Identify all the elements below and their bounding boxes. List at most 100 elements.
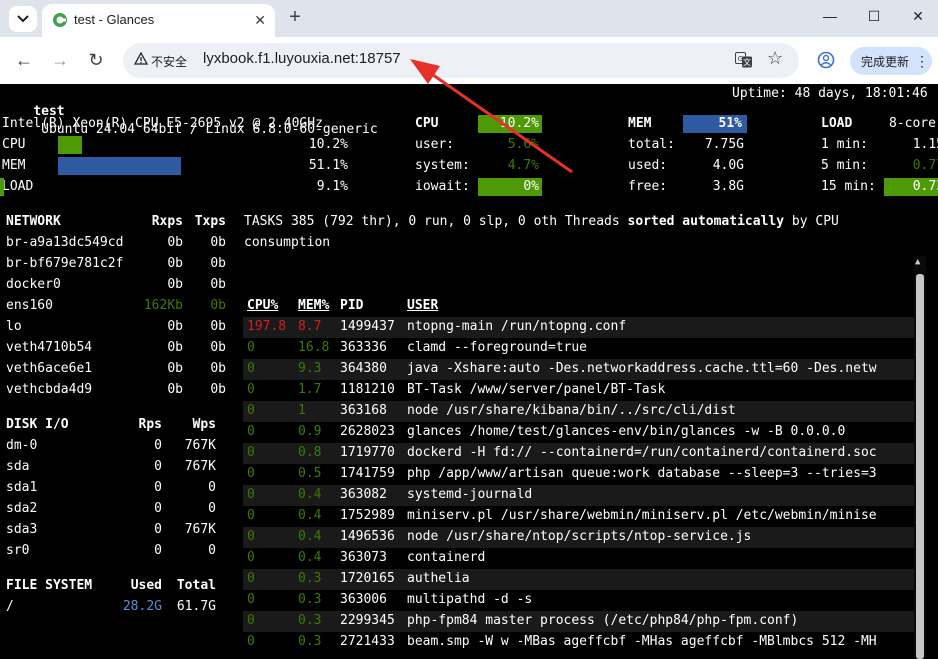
process-cpu: 0 xyxy=(247,361,255,376)
process-cpu: 0 xyxy=(247,445,255,460)
disk-name: sda1 xyxy=(6,480,38,495)
disk-name: sr0 xyxy=(6,543,30,558)
process-pid: 1719770 xyxy=(340,445,395,460)
disk-read: 0 xyxy=(154,522,162,537)
network-interface: veth6ace6e1 xyxy=(6,361,93,376)
process-cpu: 0 xyxy=(247,550,255,565)
disk-read: 0 xyxy=(154,480,162,495)
scrollbar-thumb[interactable] xyxy=(916,274,924,659)
process-command: clamd --foreground=true xyxy=(407,340,588,355)
disk-read: 0 xyxy=(154,501,162,516)
process-command: beam.smp -W w -MBas ageffcbf -MHas ageff… xyxy=(407,634,877,649)
process-cpu: 0 xyxy=(247,529,255,544)
filesystem-used: 28.2G xyxy=(122,599,162,614)
process-mem: 0.3 xyxy=(298,634,322,649)
process-pid: 1720165 xyxy=(340,571,395,586)
process-pid: 1499437 xyxy=(340,319,395,334)
disk-write: 0 xyxy=(208,501,216,516)
disk-write: 767K xyxy=(184,522,216,537)
filesystem-used-header: Used xyxy=(130,578,162,593)
process-mem: 8.7 xyxy=(298,319,322,334)
disk-read: 0 xyxy=(154,459,162,474)
process-command: ntopng-main /run/ntopng.conf xyxy=(407,319,627,334)
process-mem: 0.9 xyxy=(298,424,322,439)
process-mem: 1 xyxy=(298,403,306,418)
process-command: php-fpm84 master process (/etc/php84/php… xyxy=(407,613,799,628)
network-rx: 0b xyxy=(167,319,183,334)
process-cpu: 0 xyxy=(247,424,255,439)
process-cpu: 0 xyxy=(247,487,255,502)
process-cpu: 0 xyxy=(247,466,255,481)
network-rx: 0b xyxy=(167,361,183,376)
process-pid: 1741759 xyxy=(340,466,395,481)
disk-name: sda xyxy=(6,459,30,474)
process-mem: 16.8 xyxy=(298,340,330,355)
process-pid: 363168 xyxy=(340,403,387,418)
process-pid: 364380 xyxy=(340,361,387,376)
disk-write-header: Wps xyxy=(192,417,216,432)
process-cpu: 0 xyxy=(247,508,255,523)
process-cpu: 197.8 xyxy=(247,319,287,334)
process-pid: 2628023 xyxy=(340,424,395,439)
disk-name: dm-0 xyxy=(6,438,38,453)
process-mem: 0.3 xyxy=(298,571,322,586)
disk-write: 0 xyxy=(208,480,216,495)
process-pid: 363006 xyxy=(340,592,387,607)
process-cpu: 0 xyxy=(247,592,255,607)
process-pid: 1496536 xyxy=(340,529,395,544)
process-cpu: 0 xyxy=(247,634,255,649)
network-tx: 0b xyxy=(210,382,226,397)
process-command: multipathd -d -s xyxy=(407,592,533,607)
process-mem: 0.8 xyxy=(298,445,322,460)
filesystem-mount: / xyxy=(6,599,14,614)
disk-name: sda2 xyxy=(6,501,38,516)
process-command: php /app/www/artisan queue:work database… xyxy=(407,466,877,481)
process-command: BT-Task /www/server/panel/BT-Task xyxy=(407,382,666,397)
disk-write: 767K xyxy=(184,438,216,453)
disk-read: 0 xyxy=(154,438,162,453)
disk-name: sda3 xyxy=(6,522,38,537)
glances-terminal: test Ubuntu 24.04 64bit / Linux 6.8.0-60… xyxy=(0,59,938,659)
filesystem-header: FILE SYSTEM xyxy=(6,578,93,593)
process-cpu: 0 xyxy=(247,382,255,397)
disk-read: 0 xyxy=(154,543,162,558)
process-command: glances /home/test/glances-env/bin/glanc… xyxy=(407,424,846,439)
process-cpu: 0 xyxy=(247,613,255,628)
disk-write: 0 xyxy=(208,543,216,558)
process-mem: 0.4 xyxy=(298,550,322,565)
process-command: dockerd -H fd:// --containerd=/run/conta… xyxy=(407,445,877,460)
network-tx: 0b xyxy=(210,340,226,355)
process-pid: 363336 xyxy=(340,340,387,355)
process-mem: 0.4 xyxy=(298,529,322,544)
process-pid: 1752989 xyxy=(340,508,395,523)
process-pid: 1181210 xyxy=(340,382,395,397)
network-interface: veth4710b54 xyxy=(6,340,93,355)
process-mem: 0.4 xyxy=(298,487,322,502)
process-mem: 0.3 xyxy=(298,613,322,628)
network-interface: lo xyxy=(6,319,22,334)
filesystem-total-header: Total xyxy=(176,578,216,593)
process-command: containerd xyxy=(407,550,486,565)
process-mem: 1.7 xyxy=(298,382,322,397)
process-command: node /usr/share/kibana/bin/../src/cli/di… xyxy=(407,403,736,418)
process-command: authelia xyxy=(407,571,470,586)
process-command: java -Xshare:auto -Des.networkaddress.ca… xyxy=(407,361,877,376)
process-cpu: 0 xyxy=(247,340,255,355)
process-command: systemd-journald xyxy=(407,487,533,502)
process-mem: 9.3 xyxy=(298,361,322,376)
process-command: miniserv.pl /usr/share/webmin/miniserv.p… xyxy=(407,508,877,523)
process-mem: 0.5 xyxy=(298,466,322,481)
process-cpu: 0 xyxy=(247,571,255,586)
network-rx: 0b xyxy=(167,340,183,355)
process-pid: 2299345 xyxy=(340,613,395,628)
disk-read-header: Rps xyxy=(138,417,162,432)
process-mem: 0.3 xyxy=(298,592,322,607)
process-pid: 363082 xyxy=(340,487,387,502)
process-command: node /usr/share/ntop/scripts/ntop-servic… xyxy=(407,529,752,544)
disk-header: DISK I/O xyxy=(6,417,69,432)
network-rx: 0b xyxy=(167,382,183,397)
process-cpu: 0 xyxy=(247,403,255,418)
process-pid: 2721433 xyxy=(340,634,395,649)
process-mem: 0.4 xyxy=(298,508,322,523)
annotation-arrow-icon xyxy=(410,59,573,174)
